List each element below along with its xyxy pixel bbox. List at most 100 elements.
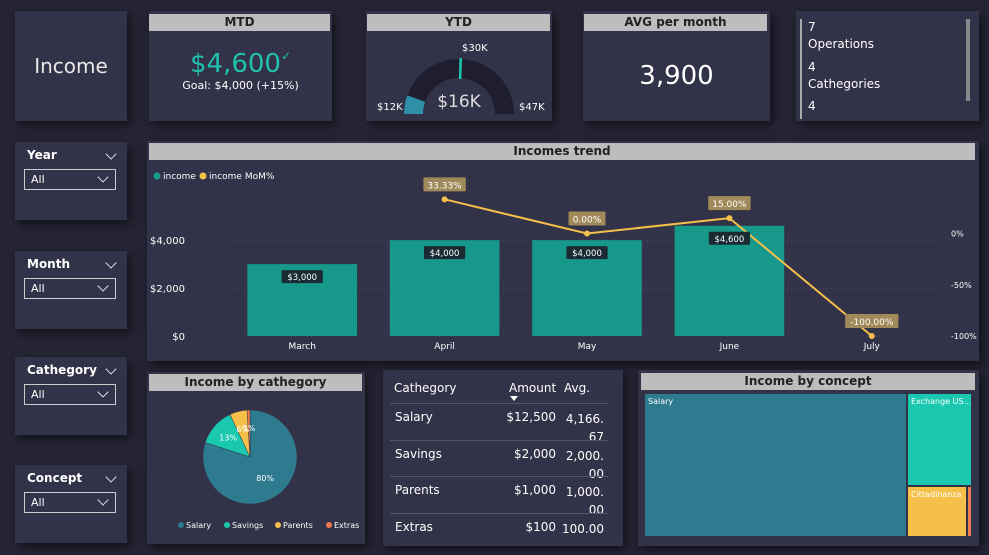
month-slicer: Month All: [15, 251, 127, 329]
y-tick-label: $2,000: [150, 284, 185, 295]
summary-card: 7 Operations 4 Cathegories 4: [796, 11, 979, 121]
mom-line: [444, 198, 873, 337]
y-tick-label: $4,000: [150, 236, 185, 247]
cell-cathegory: Parents: [395, 483, 440, 497]
mtd-card: MTD $4,600✓ Goal: $4,000 (+15%): [149, 11, 332, 121]
bar-data-label: $4,600: [715, 235, 745, 245]
chevron-down-icon[interactable]: [105, 471, 117, 483]
x-tick-label: April: [434, 342, 455, 352]
mom-point: [441, 196, 448, 203]
y-tick-label: $0: [172, 332, 185, 343]
gauge-target-marker: [458, 57, 463, 80]
cell-amount: $2,000: [514, 447, 556, 461]
cathegory-dropdown[interactable]: All: [24, 384, 116, 405]
legend-label: Parents: [283, 521, 313, 530]
x-tick-label: July: [863, 342, 881, 352]
chevron-down-icon: [97, 280, 109, 292]
avg-header: AVG per month: [584, 14, 767, 31]
concept-dropdown-value: All: [31, 496, 45, 509]
x-tick-label: June: [719, 342, 740, 352]
ytd-max-label: $47K: [519, 102, 545, 113]
bar-data-label: $3,000: [287, 273, 317, 283]
treemap-label: Salary: [648, 397, 674, 406]
legend-label: Salary: [186, 521, 211, 530]
ytd-min-label: $12K: [377, 102, 403, 113]
table-row[interactable]: Extras $100 100.00: [390, 513, 608, 541]
trend-chart: income income MoM% $4,000 $2,000 $0 0% -50% -10…: [150, 172, 977, 352]
chevron-down-icon[interactable]: [105, 363, 117, 375]
treemap-tile-exchange[interactable]: Exchange US...: [908, 394, 971, 485]
summary-count-2: 4: [808, 99, 816, 113]
summary-count-1: 4: [808, 60, 816, 74]
title-card: Income: [15, 11, 127, 121]
legend-marker: [275, 522, 281, 528]
col-header-amount[interactable]: Amount: [509, 381, 556, 395]
ytd-card: YTD $30K $16K $12K $47K: [366, 11, 552, 121]
summary-scrollbar[interactable]: [966, 19, 970, 101]
pie-data-label: 13%: [219, 434, 237, 443]
treemap-tile-salary[interactable]: Salary: [645, 394, 906, 536]
legend-label: Savings: [232, 521, 263, 530]
table-row[interactable]: Savings $2,000 2,000.00: [390, 440, 608, 481]
cell-cathegory: Extras: [395, 520, 433, 534]
x-tick-label: March: [288, 342, 315, 352]
mom-data-label: -100.00%: [850, 318, 894, 328]
table-row[interactable]: Salary $12,500 4,166.67: [390, 403, 608, 444]
chevron-down-icon: [97, 171, 109, 183]
table-row[interactable]: Parents $1,000 1,000.00: [390, 476, 608, 517]
cell-amount: $1,000: [514, 483, 556, 497]
treemap-header: Income by concept: [641, 373, 975, 390]
mtd-value-text: $4,600: [189, 49, 281, 79]
mom-point: [584, 230, 590, 237]
chevron-down-icon[interactable]: [105, 148, 117, 160]
mom-data-label: 0.00%: [573, 216, 602, 226]
mtd-header: MTD: [149, 14, 330, 31]
check-icon: ✓: [280, 49, 292, 63]
y2-tick-label: 0%: [951, 230, 964, 239]
summary-label-0: Operations: [808, 37, 874, 51]
cathegory-dropdown-value: All: [31, 388, 45, 401]
chevron-down-icon: [97, 494, 109, 506]
sort-desc-icon[interactable]: [510, 396, 518, 401]
category-table: Cathegory Amount Avg. Salary $12,500 4,1…: [390, 381, 608, 541]
table-card: Cathegory Amount Avg. Salary $12,500 4,1…: [383, 370, 623, 546]
chevron-down-icon[interactable]: [105, 257, 117, 269]
year-slicer-label: Year: [27, 148, 57, 162]
treemap-tile-cittadinanza[interactable]: Cittadinanza: [908, 487, 966, 536]
ytd-target-label: $30K: [462, 43, 488, 54]
legend-income-label: income: [163, 172, 196, 182]
pie-chart: 80%13%6%1%Salary Savings Parents Extras: [178, 409, 359, 530]
pie-data-label: 80%: [256, 474, 274, 483]
avg-value: 3,900: [639, 61, 714, 91]
avg-card: AVG per month 3,900: [583, 11, 770, 121]
treemap-label: Cittadinanza: [911, 490, 962, 499]
legend-label: Extras: [334, 521, 359, 530]
month-slicer-label: Month: [27, 257, 71, 271]
concept-slicer-label: Concept: [27, 471, 83, 485]
legend-income-marker: [153, 172, 161, 180]
treemap-label: Exchange US...: [911, 397, 972, 406]
year-dropdown[interactable]: All: [24, 169, 116, 190]
col-header-cathegory[interactable]: Cathegory: [394, 381, 456, 395]
cell-cathegory: Salary: [395, 410, 433, 424]
legend-marker: [178, 522, 184, 528]
legend-marker: [326, 522, 332, 528]
y2-tick-label: -100%: [951, 332, 977, 341]
month-dropdown[interactable]: All: [24, 278, 116, 299]
cathegory-slicer: Cathegory All: [15, 357, 127, 435]
concept-dropdown[interactable]: All: [24, 492, 116, 513]
chevron-down-icon: [97, 386, 109, 398]
bar-data-label: $4,000: [430, 249, 460, 259]
mom-data-label: 15.00%: [712, 200, 747, 210]
trend-card: Incomes trend income income MoM% $4,000 $2,…: [147, 141, 979, 361]
pie-data-label: 1%: [243, 424, 256, 433]
mom-point: [868, 333, 875, 339]
treemap-tile-extras[interactable]: [968, 487, 971, 536]
col-header-avg[interactable]: Avg.: [564, 381, 590, 395]
bar-data-label: $4,000: [572, 249, 602, 259]
page-title: Income: [34, 54, 108, 78]
summary-left-bar: [800, 19, 802, 119]
mom-data-label: 33.33%: [427, 181, 462, 191]
year-dropdown-value: All: [31, 173, 45, 186]
cell-amount: $12,500: [506, 410, 556, 424]
